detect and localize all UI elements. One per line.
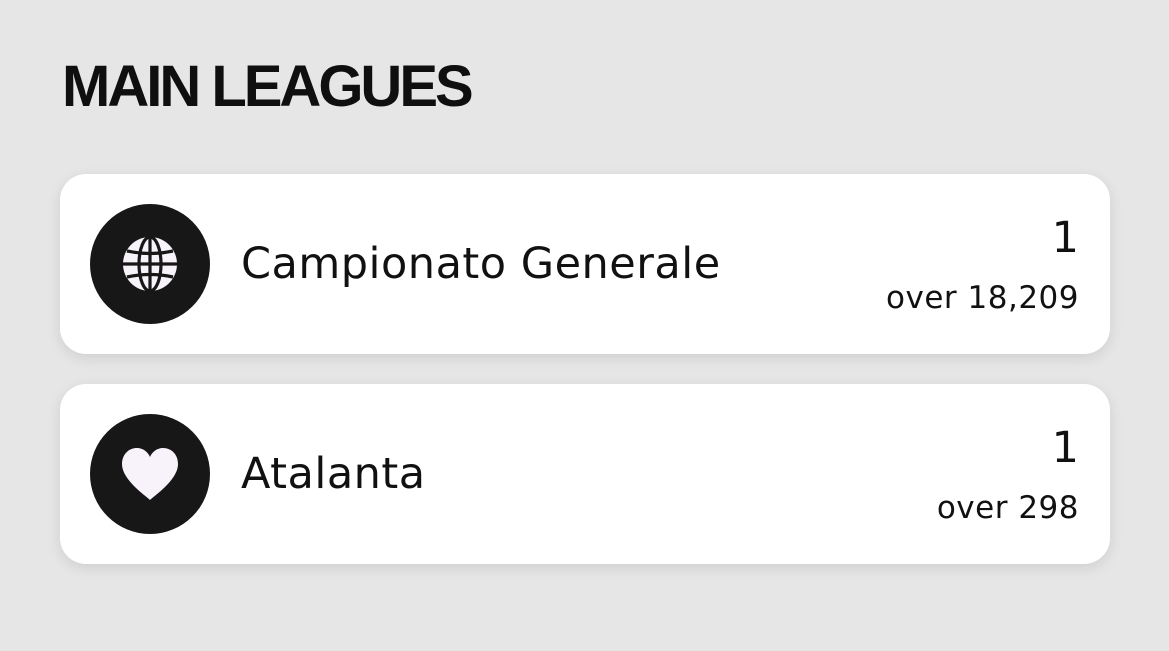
league-card-campionato-generale[interactable]: Campionato Generale 1 over 18,209 <box>60 174 1110 354</box>
league-name: Atalanta <box>241 449 426 499</box>
globe-icon <box>123 236 177 292</box>
league-total-players: over 298 <box>936 490 1079 526</box>
section-title: MAIN LEAGUES <box>62 54 474 119</box>
league-card-atalanta[interactable]: Atalanta 1 over 298 <box>60 384 1110 564</box>
heart-icon <box>122 448 178 500</box>
league-icon-badge <box>90 204 210 324</box>
league-icon-badge <box>90 414 210 534</box>
league-rank: 1 <box>1051 213 1079 263</box>
league-rank: 1 <box>1051 423 1079 473</box>
league-name: Campionato Generale <box>241 239 721 289</box>
league-total-players: over 18,209 <box>886 280 1079 316</box>
